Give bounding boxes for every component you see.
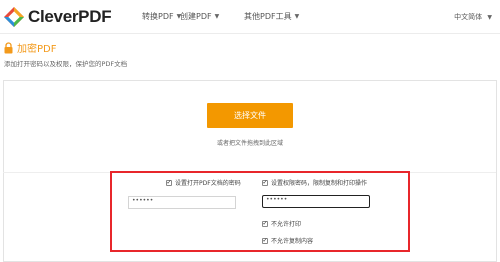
page-title-row: 加密PDF — [4, 40, 56, 55]
open-password-option[interactable]: ✓ 设置打开PDF文档的密码 — [166, 178, 241, 187]
permission-password-option[interactable]: ✓ 设置权限密码，限制复制和打印操作 — [262, 178, 367, 187]
permission-password-checkbox[interactable]: ✓ — [262, 179, 268, 186]
nav-convert-pdf[interactable]: 转换PDF ▼ — [142, 11, 181, 22]
permission-password-input[interactable]: •••••• — [262, 195, 370, 208]
nav-label: 转换PDF — [142, 12, 174, 21]
nav-other-pdf-tools[interactable]: 其他PDF工具 ▼ — [244, 11, 299, 22]
logo-text: CleverPDF — [28, 7, 112, 26]
drop-hint: 或者把文件拖拽到此区域 — [216, 140, 283, 147]
no-print-option[interactable]: ✓ 不允许打印 — [262, 219, 301, 228]
page-subtitle: 添加打开密码以及权限，保护您的PDF文档 — [4, 60, 128, 68]
top-header: CleverPDF 转换PDF ▼ 创建PDF ▼ 其他PDF工具 ▼ 中文简体… — [0, 0, 500, 34]
open-password-label: 设置打开PDF文档的密码 — [175, 180, 241, 187]
page-title: 加密PDF — [17, 44, 57, 55]
chevron-down-icon: ▼ — [214, 13, 220, 20]
nav-label: 创建PDF — [180, 12, 212, 21]
no-print-checkbox[interactable]: ✓ — [262, 220, 268, 227]
no-print-label: 不允许打印 — [271, 221, 302, 228]
no-copy-label: 不允许复制内容 — [271, 238, 314, 245]
open-password-checkbox[interactable]: ✓ — [166, 179, 172, 186]
choose-file-button[interactable]: 选择文件 — [207, 103, 293, 128]
language-selector[interactable]: 中文简体 ▼ — [454, 12, 492, 22]
lock-icon — [4, 41, 13, 53]
nav-label: 其他PDF工具 — [244, 12, 292, 21]
logo[interactable]: CleverPDF — [3, 6, 112, 28]
nav-create-pdf[interactable]: 创建PDF ▼ — [180, 11, 219, 22]
open-password-input[interactable]: •••••• — [128, 196, 236, 209]
cleverpdf-logo-icon — [4, 7, 24, 27]
no-copy-checkbox[interactable]: ✓ — [262, 237, 268, 244]
permission-password-label: 设置权限密码，限制复制和打印操作 — [271, 180, 368, 187]
no-copy-option[interactable]: ✓ 不允许复制内容 — [262, 236, 313, 245]
chevron-down-icon: ▼ — [294, 13, 300, 20]
language-label: 中文简体 — [454, 13, 483, 21]
chevron-down-icon: ▼ — [487, 14, 492, 21]
